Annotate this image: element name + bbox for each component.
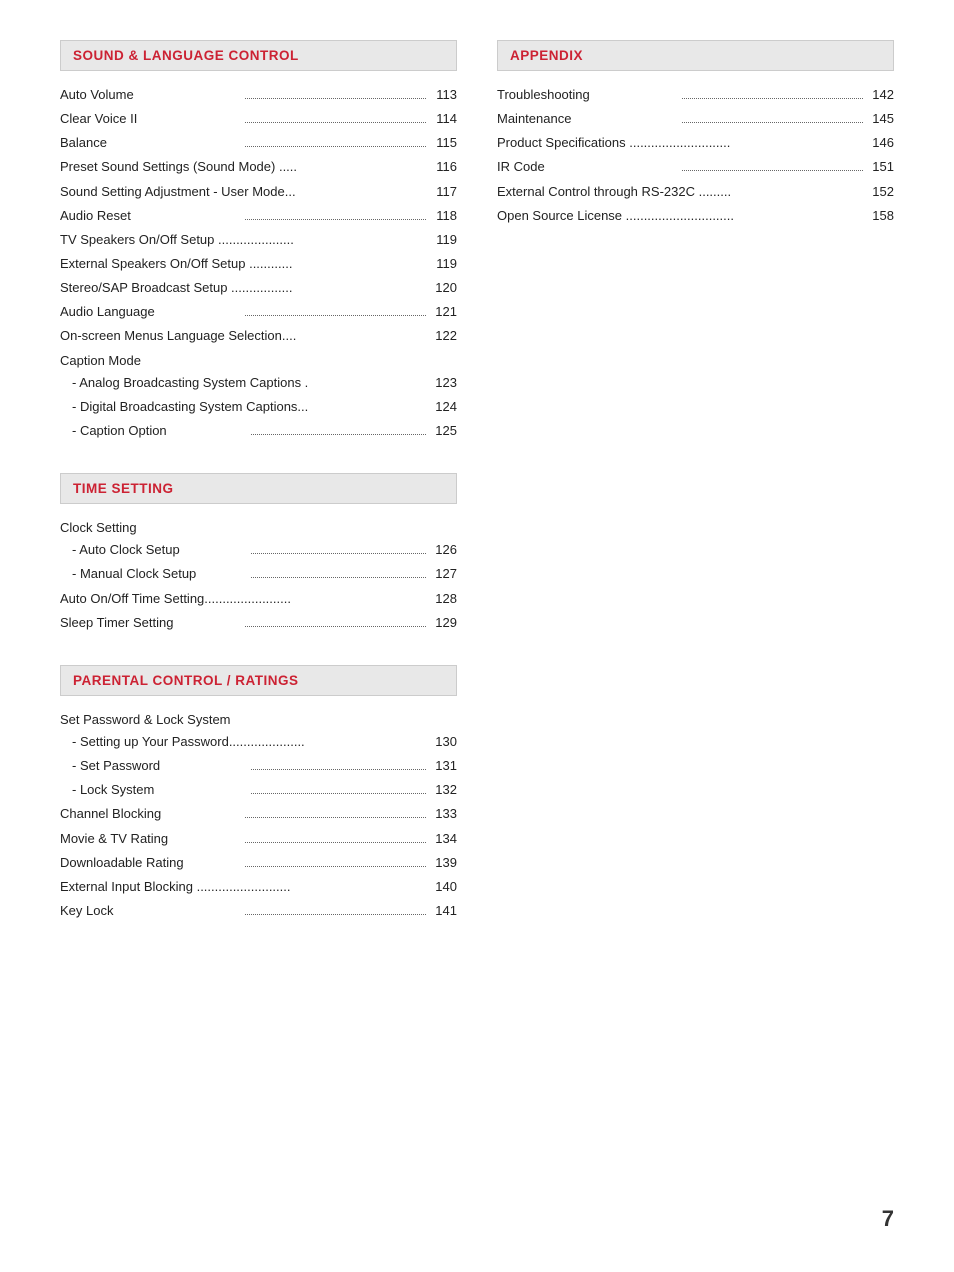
toc-entry-ext-input-blocking: External Input Blocking ................… (60, 877, 457, 897)
appendix-title: APPENDIX (510, 48, 583, 63)
toc-entry-auto-clock: - Auto Clock Setup 126 (60, 540, 457, 560)
toc-entry-movie-tv-rating: Movie & TV Rating 134 (60, 829, 457, 849)
time-setting-section: TIME SETTING Clock Setting - Auto Clock … (60, 473, 457, 633)
toc-entry-set-password-header: Set Password & Lock System (60, 710, 457, 730)
sound-language-title: SOUND & LANGUAGE CONTROL (73, 48, 299, 63)
toc-entry-open-source: Open Source License ....................… (497, 206, 894, 226)
toc-entry-onscreen-menus: On-screen Menus Language Selection.... 1… (60, 326, 457, 346)
appendix-entries: Troubleshooting 142 Maintenance 145 Prod… (497, 85, 894, 226)
toc-entry-audio-reset: Audio Reset 118 (60, 206, 457, 226)
parental-control-title: PARENTAL CONTROL / RATINGS (73, 673, 299, 688)
time-setting-title: TIME SETTING (73, 481, 174, 496)
toc-entry-auto-onoff: Auto On/Off Time Setting................… (60, 589, 457, 609)
toc-entry-set-password: - Set Password 131 (60, 756, 457, 776)
toc-entry-caption-option: - Caption Option 125 (60, 421, 457, 441)
sound-language-header: SOUND & LANGUAGE CONTROL (60, 40, 457, 71)
toc-entry-clear-voice: Clear Voice II 114 (60, 109, 457, 129)
toc-entry-digital-captions: - Digital Broadcasting System Captions..… (60, 397, 457, 417)
toc-entry-preset-sound: Preset Sound Settings (Sound Mode) .....… (60, 157, 457, 177)
toc-entry-product-specs: Product Specifications .................… (497, 133, 894, 153)
toc-entry-sleep-timer: Sleep Timer Setting 129 (60, 613, 457, 633)
right-column: APPENDIX Troubleshooting 142 Maintenance… (497, 40, 894, 953)
parental-control-entries: Set Password & Lock System - Setting up … (60, 710, 457, 921)
toc-entry-auto-volume: Auto Volume 113 (60, 85, 457, 105)
toc-entry-balance: Balance 115 (60, 133, 457, 153)
toc-entry-tv-speakers: TV Speakers On/Off Setup ...............… (60, 230, 457, 250)
toc-entry-maintenance: Maintenance 145 (497, 109, 894, 129)
toc-entry-channel-blocking: Channel Blocking 133 (60, 804, 457, 824)
toc-entry-manual-clock: - Manual Clock Setup 127 (60, 564, 457, 584)
sound-language-section: SOUND & LANGUAGE CONTROL Auto Volume 113… (60, 40, 457, 441)
page-number: 7 (882, 1206, 894, 1232)
appendix-section: APPENDIX Troubleshooting 142 Maintenance… (497, 40, 894, 226)
toc-entry-key-lock: Key Lock 141 (60, 901, 457, 921)
sound-language-entries: Auto Volume 113 Clear Voice II 114 Balan… (60, 85, 457, 441)
toc-entry-troubleshooting: Troubleshooting 142 (497, 85, 894, 105)
toc-entry-ext-speakers: External Speakers On/Off Setup .........… (60, 254, 457, 274)
time-setting-entries: Clock Setting - Auto Clock Setup 126 - M… (60, 518, 457, 633)
parental-control-section: PARENTAL CONTROL / RATINGS Set Password … (60, 665, 457, 921)
toc-entry-lock-system: - Lock System 132 (60, 780, 457, 800)
toc-entry-setting-password: - Setting up Your Password..............… (60, 732, 457, 752)
toc-entry-sound-setting: Sound Setting Adjustment - User Mode... … (60, 182, 457, 202)
toc-entry-analog-captions: - Analog Broadcasting System Captions . … (60, 373, 457, 393)
toc-entry-ext-control: External Control through RS-232C .......… (497, 182, 894, 202)
toc-entry-audio-lang: Audio Language 121 (60, 302, 457, 322)
left-column: SOUND & LANGUAGE CONTROL Auto Volume 113… (60, 40, 457, 953)
toc-entry-clock-setting: Clock Setting (60, 518, 457, 538)
parental-control-header: PARENTAL CONTROL / RATINGS (60, 665, 457, 696)
toc-entry-caption-mode: Caption Mode (60, 351, 457, 371)
toc-entry-ir-code: IR Code 151 (497, 157, 894, 177)
toc-entry-stereo-sap: Stereo/SAP Broadcast Setup .............… (60, 278, 457, 298)
toc-entry-downloadable-rating: Downloadable Rating 139 (60, 853, 457, 873)
time-setting-header: TIME SETTING (60, 473, 457, 504)
appendix-header: APPENDIX (497, 40, 894, 71)
